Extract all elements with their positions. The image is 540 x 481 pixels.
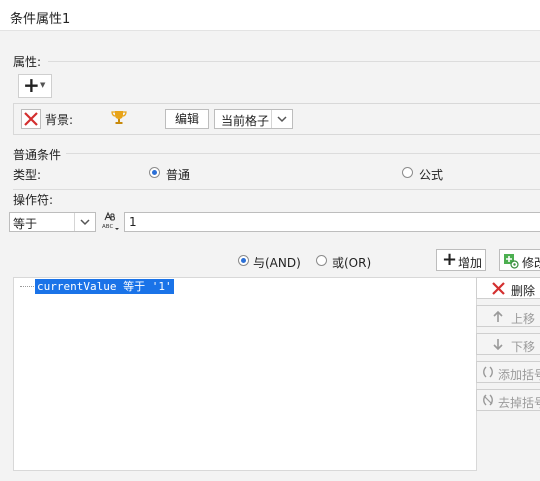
remove-brackets-icon	[481, 393, 495, 410]
delete-condition-label: 删除	[511, 284, 536, 298]
common-condition-section-label: 普通条件	[13, 148, 62, 162]
tree-connector	[20, 286, 34, 288]
arrow-up-icon	[492, 310, 504, 326]
common-condition-divider	[66, 153, 540, 154]
chevron-down-icon	[74, 213, 95, 231]
condition-list-item[interactable]: currentValue 等于 '1'	[35, 279, 174, 294]
operand-input[interactable]: 1	[124, 212, 540, 232]
type-formula-label: 公式	[419, 168, 444, 182]
logic-and-label: 与(AND)	[253, 256, 301, 270]
operator-select-value: 等于	[13, 217, 38, 231]
modify-condition-button[interactable]: 修改	[499, 249, 540, 271]
text-type-icon: ABC	[102, 211, 119, 230]
type-formula-radio[interactable]	[402, 167, 413, 178]
title-bar: 条件属性1	[0, 0, 540, 31]
type-normal-radio[interactable]	[149, 167, 160, 178]
operator-label: 操作符:	[13, 193, 54, 207]
type-normal-label: 普通	[166, 168, 191, 182]
operand-input-value: 1	[129, 215, 137, 229]
condition-list[interactable]: currentValue 等于 '1'	[13, 277, 477, 471]
scope-select-value: 当前格子	[221, 114, 270, 128]
arrow-down-icon	[492, 338, 504, 354]
plus-icon: +	[442, 249, 458, 270]
delete-condition-button[interactable]: 删除	[476, 277, 540, 299]
attributes-section-label: 属性:	[13, 55, 42, 69]
chevron-down-icon	[271, 110, 292, 128]
chevron-down-icon: ▼	[40, 81, 46, 89]
svg-text:ABC: ABC	[102, 224, 113, 230]
logic-and-radio[interactable]	[238, 255, 249, 266]
edit-background-button[interactable]: 编辑	[165, 109, 209, 129]
value-type-button[interactable]: ABC	[100, 211, 122, 233]
logic-or-radio[interactable]	[316, 255, 327, 266]
move-down-button[interactable]: 下移	[476, 333, 540, 355]
window-title: 条件属性1	[10, 12, 71, 27]
move-up-label: 上移	[511, 312, 536, 326]
add-attribute-button[interactable]: + ▼	[18, 73, 52, 98]
modify-icon	[503, 253, 519, 270]
add-bracket-label: 添加括号	[498, 368, 540, 382]
move-down-label: 下移	[511, 340, 536, 354]
trophy-icon	[111, 109, 127, 128]
brackets-icon	[481, 365, 495, 382]
scope-select[interactable]: 当前格子	[214, 109, 293, 129]
remove-bracket-label: 去掉括号	[498, 396, 540, 410]
modify-condition-label: 修改	[522, 256, 540, 270]
plus-icon: +	[23, 73, 40, 97]
move-up-button[interactable]: 上移	[476, 305, 540, 327]
type-divider	[13, 189, 540, 190]
delete-x-icon	[24, 112, 38, 126]
logic-or-label: 或(OR)	[332, 256, 372, 270]
background-label: 背景:	[45, 113, 74, 127]
remove-attribute-button[interactable]	[21, 109, 41, 129]
type-label: 类型:	[13, 168, 42, 182]
remove-bracket-button[interactable]: 去掉括号	[476, 389, 540, 411]
attributes-divider	[48, 61, 540, 62]
add-condition-label: 增加	[458, 256, 483, 270]
background-attribute-row: 背景: 编辑 当前格子	[13, 103, 540, 135]
add-bracket-button[interactable]: 添加括号	[476, 361, 540, 383]
add-condition-button[interactable]: + 增加	[436, 249, 486, 271]
delete-x-icon	[492, 282, 505, 298]
operator-select[interactable]: 等于	[9, 212, 96, 232]
